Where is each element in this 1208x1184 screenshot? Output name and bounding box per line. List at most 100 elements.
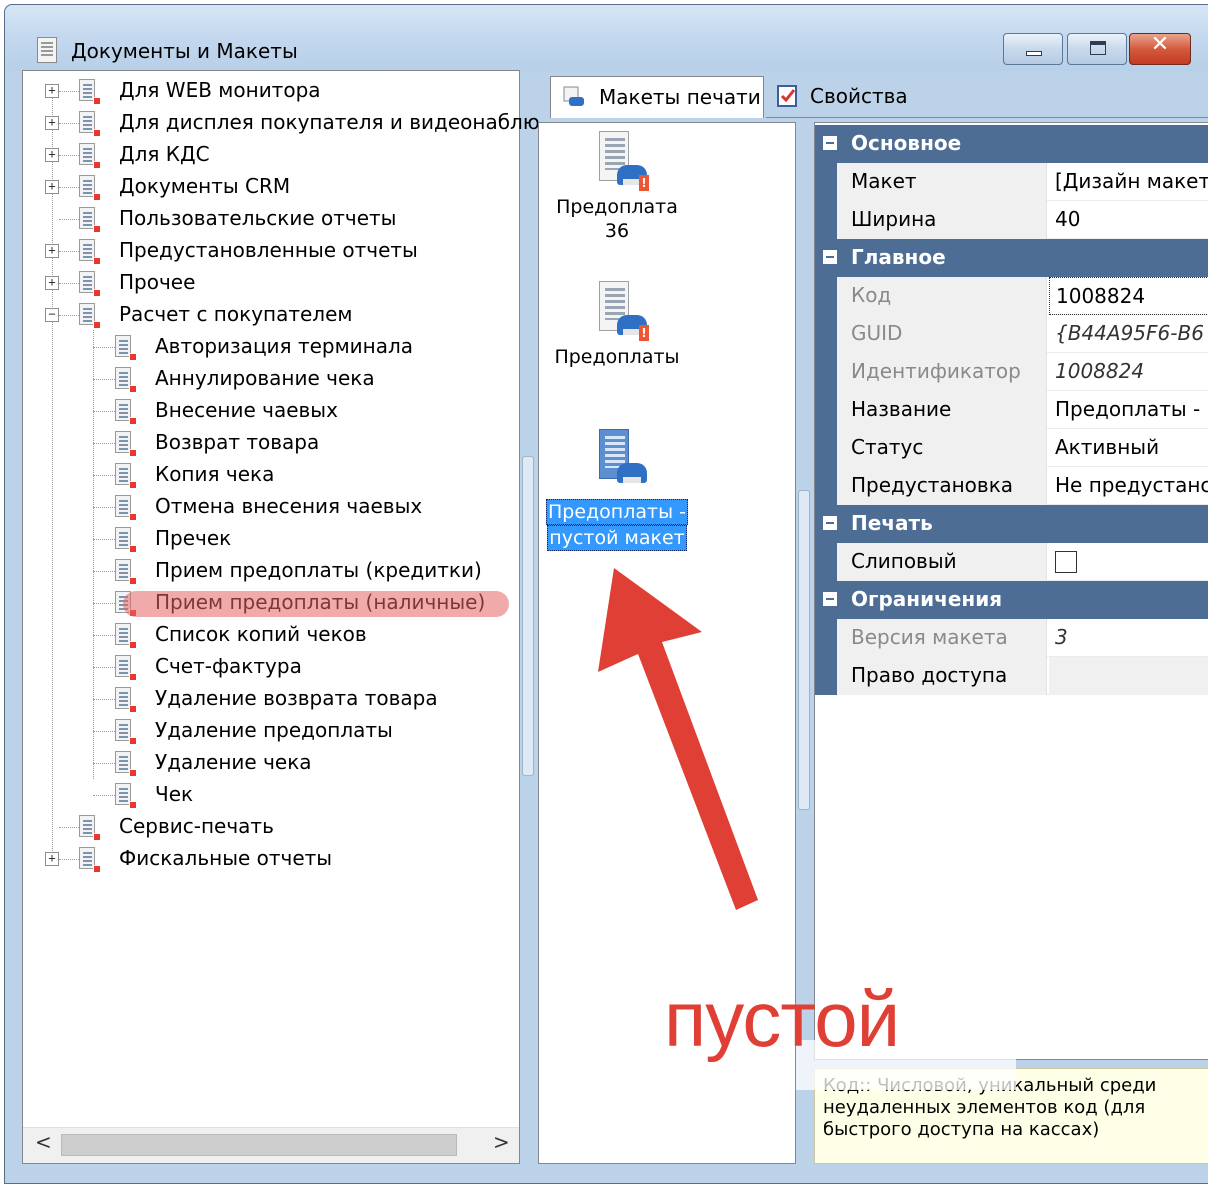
property-row-guid[interactable]: GUID {B44A95F6-B6: [815, 315, 1208, 353]
tree-item[interactable]: Удаление предоплаты: [23, 715, 519, 747]
tree-item-label: Возврат товара: [155, 430, 320, 454]
layout-item-selected[interactable]: Предоплаты - пустой макет: [539, 429, 695, 551]
category-limits[interactable]: Ограничения: [815, 581, 1208, 619]
property-name: Слиповый: [837, 543, 1047, 581]
title-bar[interactable]: Документы и Макеты ✕: [5, 5, 1208, 71]
document-icon: [115, 399, 137, 425]
property-value[interactable]: Предоплаты -: [1049, 391, 1208, 429]
tree-item[interactable]: Внесение чаевых: [23, 395, 519, 427]
property-grid[interactable]: Основное Макет [Дизайн макет Ширина 40 Г…: [814, 122, 1208, 1060]
tree-item[interactable]: Пользовательские отчеты: [23, 203, 519, 235]
tree-item[interactable]: Счет-фактура: [23, 651, 519, 683]
tree-item[interactable]: + Для дисплея покупателя и видеонаблю: [23, 107, 540, 139]
property-value[interactable]: 40: [1049, 201, 1208, 239]
property-row-code[interactable]: Код 1008824: [815, 277, 1208, 315]
property-value[interactable]: {B44A95F6-B6: [1049, 315, 1208, 353]
tree-item[interactable]: Чек: [23, 779, 519, 811]
property-name: GUID: [837, 315, 1047, 353]
horizontal-scrollbar[interactable]: < >: [23, 1127, 519, 1163]
tree-item[interactable]: Список копий чеков: [23, 619, 519, 651]
tree-item[interactable]: + Для WEB монитора: [23, 75, 519, 107]
layout-item[interactable]: ! Предоплата 36: [539, 131, 695, 243]
layout-caption: Предоплаты: [554, 346, 680, 368]
document-icon: [115, 527, 137, 553]
expand-icon[interactable]: +: [45, 148, 59, 162]
tree-item-label: Для WEB монитора: [119, 78, 321, 102]
category-print[interactable]: Печать: [815, 505, 1208, 543]
scroll-right-icon[interactable]: >: [493, 1130, 510, 1154]
tree-item[interactable]: − Расчет с покупателем: [23, 299, 519, 331]
tree-item-label: Предустановленные отчеты: [119, 238, 418, 262]
minimize-button[interactable]: [1003, 33, 1063, 65]
property-row-slip[interactable]: Слиповый: [815, 543, 1208, 581]
expand-icon[interactable]: +: [45, 84, 59, 98]
tree-connector: [59, 155, 79, 156]
tree-item[interactable]: Удаление чека: [23, 747, 519, 779]
property-value[interactable]: [1049, 657, 1208, 695]
tree-item[interactable]: + Для КДС: [23, 139, 519, 171]
tree-item[interactable]: Копия чека: [23, 459, 519, 491]
expand-icon[interactable]: +: [45, 116, 59, 130]
property-value[interactable]: 1008824: [1049, 277, 1208, 315]
tree-item[interactable]: + Фискальные отчеты: [23, 843, 519, 875]
collapse-icon[interactable]: [823, 250, 837, 264]
tree-item[interactable]: Сервис-печать: [23, 811, 519, 843]
property-value[interactable]: Активный: [1049, 429, 1208, 467]
property-value[interactable]: [Дизайн макет: [1049, 163, 1208, 201]
category-main[interactable]: Основное: [815, 125, 1208, 163]
tree-item[interactable]: Пречек: [23, 523, 519, 555]
document-icon: [79, 111, 101, 137]
layout-item[interactable]: ! Предоплаты: [539, 281, 695, 369]
close-button[interactable]: ✕: [1129, 32, 1191, 65]
property-value: [1049, 543, 1208, 581]
tree-item[interactable]: Отмена внесения чаевых: [23, 491, 519, 523]
property-value[interactable]: 3: [1049, 619, 1208, 657]
collapse-icon[interactable]: [823, 516, 837, 530]
tab-properties[interactable]: Свойства: [766, 76, 1208, 118]
document-icon: [79, 79, 101, 105]
scroll-left-icon[interactable]: <: [35, 1130, 52, 1154]
expand-icon[interactable]: +: [45, 244, 59, 258]
print-layout-icon: !: [587, 131, 649, 195]
tree-item[interactable]: Удаление возврата товара: [23, 683, 519, 715]
collapse-icon[interactable]: −: [45, 308, 59, 322]
tab-print-layouts[interactable]: Макеты печати: [550, 76, 764, 118]
tree-item[interactable]: + Предустановленные отчеты: [23, 235, 519, 267]
documents-tree[interactable]: + Фискальные отчеты Сервис-печать Чек Удален…: [22, 70, 540, 1164]
expand-icon[interactable]: +: [45, 180, 59, 194]
tree-item-label: Удаление чека: [155, 750, 312, 774]
tree-item-label: Пречек: [155, 526, 232, 550]
tree-item[interactable]: Прием предоплаты (кредитки): [23, 555, 519, 587]
property-row-preset[interactable]: Предустановка Не предустанс: [815, 467, 1208, 505]
minimize-icon: [1026, 51, 1042, 56]
tree-item[interactable]: + Документы CRM: [23, 171, 519, 203]
property-value[interactable]: Не предустанс: [1049, 467, 1208, 505]
property-name: Код: [837, 277, 1047, 315]
collapse-icon[interactable]: [823, 136, 837, 150]
tree-item[interactable]: + Прочее: [23, 267, 519, 299]
document-icon: [115, 431, 137, 457]
property-row-version[interactable]: Версия макета 3: [815, 619, 1208, 657]
scrollbar-thumb[interactable]: [61, 1134, 457, 1156]
property-row-width[interactable]: Ширина 40: [815, 201, 1208, 239]
property-value[interactable]: 1008824: [1049, 353, 1208, 391]
expand-icon[interactable]: +: [45, 852, 59, 866]
slip-checkbox[interactable]: [1055, 551, 1077, 573]
maximize-button[interactable]: [1067, 33, 1127, 65]
property-row-access[interactable]: Право доступа: [815, 657, 1208, 695]
tree-connector: [93, 603, 115, 604]
property-row-id[interactable]: Идентификатор 1008824: [815, 353, 1208, 391]
collapse-icon[interactable]: [823, 592, 837, 606]
expand-icon[interactable]: +: [45, 276, 59, 290]
tree-item[interactable]: Возврат товара: [23, 427, 519, 459]
tree-connector: [93, 507, 115, 508]
splitter-right[interactable]: [798, 490, 810, 810]
tree-item[interactable]: Аннулирование чека: [23, 363, 519, 395]
property-row-status[interactable]: Статус Активный: [815, 429, 1208, 467]
splitter-left[interactable]: [522, 456, 534, 776]
tree-item[interactable]: Авторизация терминала: [23, 331, 519, 363]
property-row-title[interactable]: Название Предоплаты -: [815, 391, 1208, 429]
property-row-maket[interactable]: Макет [Дизайн макет: [815, 163, 1208, 201]
tree-item-label: Фискальные отчеты: [119, 846, 333, 870]
category-general[interactable]: Главное: [815, 239, 1208, 277]
